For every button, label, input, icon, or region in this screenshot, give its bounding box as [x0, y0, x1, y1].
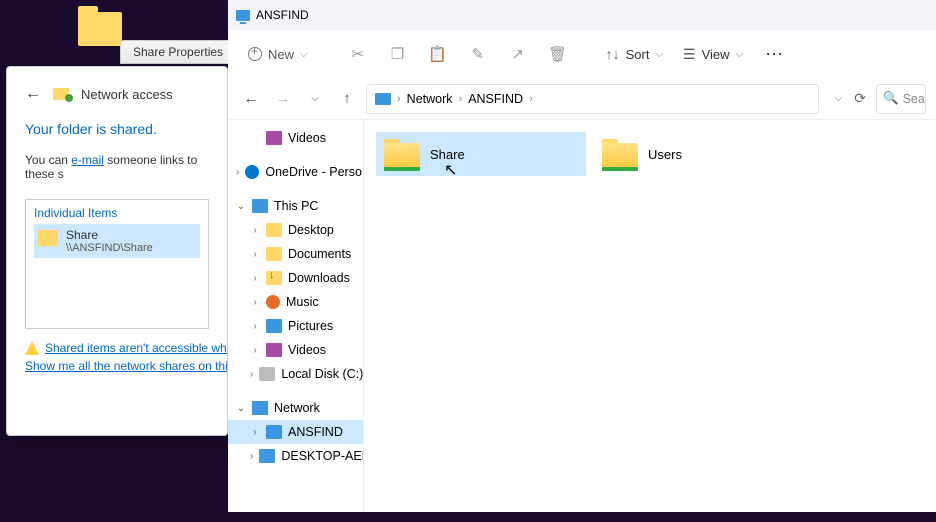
this-pc-icon	[252, 199, 268, 213]
email-link[interactable]: e-mail	[71, 153, 104, 167]
copy-icon[interactable]: ❐	[380, 38, 416, 70]
breadcrumb-bar[interactable]: › Network › ANSFIND ›	[366, 84, 819, 114]
folder-label: Share	[430, 147, 465, 162]
folder-label: Users	[648, 147, 682, 162]
share-icon[interactable]: ↗	[500, 38, 536, 70]
network-access-dialog: ← Network access Your folder is shared. …	[6, 66, 228, 436]
sidebar-item-network[interactable]: ⌄Network	[228, 396, 363, 420]
disk-icon	[259, 367, 275, 381]
delete-icon[interactable]: 🗑	[540, 38, 576, 70]
paste-icon[interactable]: 📋	[420, 38, 456, 70]
share-description: You can e-mail someone links to these s	[25, 153, 209, 181]
nav-back-button[interactable]: ←	[238, 86, 264, 112]
sidebar-item-videos2[interactable]: ›Videos	[228, 338, 363, 362]
breadcrumb-network[interactable]: Network	[407, 92, 453, 106]
refresh-icon[interactable]: ⟳	[850, 86, 870, 111]
sidebar-item-videos[interactable]: Videos	[228, 126, 363, 150]
folder-item-share[interactable]: Share	[376, 132, 586, 176]
explorer-titlebar[interactable]: ANSFIND	[228, 0, 936, 30]
music-icon	[266, 295, 280, 309]
videos-icon	[266, 131, 282, 145]
view-icon: ☰	[683, 46, 696, 63]
sidebar-item-ansfind[interactable]: ›ANSFIND	[228, 420, 363, 444]
shared-folder-icon	[602, 139, 638, 169]
sidebar-item-desktop-aef5[interactable]: ›DESKTOP-AEF5	[228, 444, 363, 468]
sidebar-item-pictures[interactable]: ›Pictures	[228, 314, 363, 338]
explorer-sidebar: Videos ›OneDrive - Perso ⌄This PC ›Deskt…	[228, 120, 364, 512]
explorer-toolbar: New ⌵ ✂ ❐ 📋 ✎ ↗ 🗑 ↑↓ Sort ⌵ ☰ View ⌵ ⋯	[228, 30, 936, 78]
pictures-icon	[266, 319, 282, 333]
items-label: Individual Items	[34, 206, 200, 220]
rename-icon[interactable]: ✎	[460, 38, 496, 70]
shared-message: Your folder is shared.	[25, 121, 209, 137]
sidebar-item-desktop[interactable]: ›Desktop	[228, 218, 363, 242]
videos-icon	[266, 343, 282, 357]
view-button[interactable]: ☰ View ⌵	[675, 42, 751, 67]
network-share-icon	[53, 88, 69, 100]
new-button[interactable]: New ⌵	[238, 43, 318, 66]
sidebar-item-downloads[interactable]: ›Downloads	[228, 266, 363, 290]
shared-item-name: Share	[66, 228, 153, 242]
search-input[interactable]: 🔍 Sea	[876, 84, 926, 114]
nav-forward-button[interactable]: →	[270, 86, 296, 112]
computer-icon	[266, 425, 282, 439]
file-explorer-window: ANSFIND New ⌵ ✂ ❐ 📋 ✎ ↗ 🗑 ↑↓ Sort ⌵ ☰ Vi…	[228, 0, 936, 512]
sort-button[interactable]: ↑↓ Sort ⌵	[598, 42, 671, 66]
computer-icon	[375, 93, 391, 105]
more-button[interactable]: ⋯	[755, 44, 795, 65]
computer-icon	[236, 10, 250, 21]
computer-icon	[259, 449, 275, 463]
sidebar-item-documents[interactable]: ›Documents	[228, 242, 363, 266]
nav-up-button[interactable]: ↑	[334, 86, 360, 112]
documents-icon	[266, 247, 282, 261]
desktop-icon	[266, 223, 282, 237]
window-title: ANSFIND	[256, 8, 309, 22]
sidebar-item-localdisk[interactable]: ›Local Disk (C:)	[228, 362, 363, 386]
explorer-content-pane[interactable]: Share Users ↖	[364, 120, 936, 512]
dialog-title: Network access	[81, 87, 173, 102]
downloads-icon	[266, 271, 282, 285]
cut-icon[interactable]: ✂	[340, 38, 376, 70]
nav-recent-button[interactable]: ⌵	[302, 86, 328, 112]
shared-item-path: \\ANSFIND\Share	[66, 242, 153, 254]
chevron-right-icon: ›	[529, 93, 533, 105]
sidebar-item-music[interactable]: ›Music	[228, 290, 363, 314]
folder-item-users[interactable]: Users	[594, 132, 804, 176]
share-properties-window-tab[interactable]: Share Properties	[120, 40, 236, 64]
chevron-right-icon: ›	[397, 93, 401, 105]
sidebar-item-onedrive[interactable]: ›OneDrive - Perso	[228, 160, 363, 184]
shared-folder-icon	[384, 139, 420, 169]
network-icon	[252, 401, 268, 415]
chevron-right-icon: ›	[459, 93, 463, 105]
warning-icon	[25, 341, 39, 355]
folder-icon	[38, 230, 58, 246]
back-arrow-icon[interactable]: ←	[25, 85, 41, 103]
plus-icon	[248, 47, 262, 61]
individual-items-box: Individual Items Share \\ANSFIND\Share	[25, 199, 209, 329]
accessibility-warning-link[interactable]: Shared items aren't accessible whe	[45, 341, 228, 355]
show-all-shares-link[interactable]: Show me all the network shares on this	[25, 359, 228, 373]
breadcrumb-current[interactable]: ANSFIND	[468, 92, 523, 106]
breadcrumb-dropdown-icon[interactable]: ⌵	[831, 89, 847, 108]
sidebar-item-thispc[interactable]: ⌄This PC	[228, 194, 363, 218]
sort-icon: ↑↓	[606, 46, 620, 62]
onedrive-icon	[245, 165, 259, 179]
address-bar-row: ← → ⌵ ↑ › Network › ANSFIND › ⌵ ⟳ 🔍 Sea	[228, 78, 936, 120]
shared-item-row[interactable]: Share \\ANSFIND\Share	[34, 224, 200, 258]
search-icon: 🔍	[883, 91, 899, 106]
